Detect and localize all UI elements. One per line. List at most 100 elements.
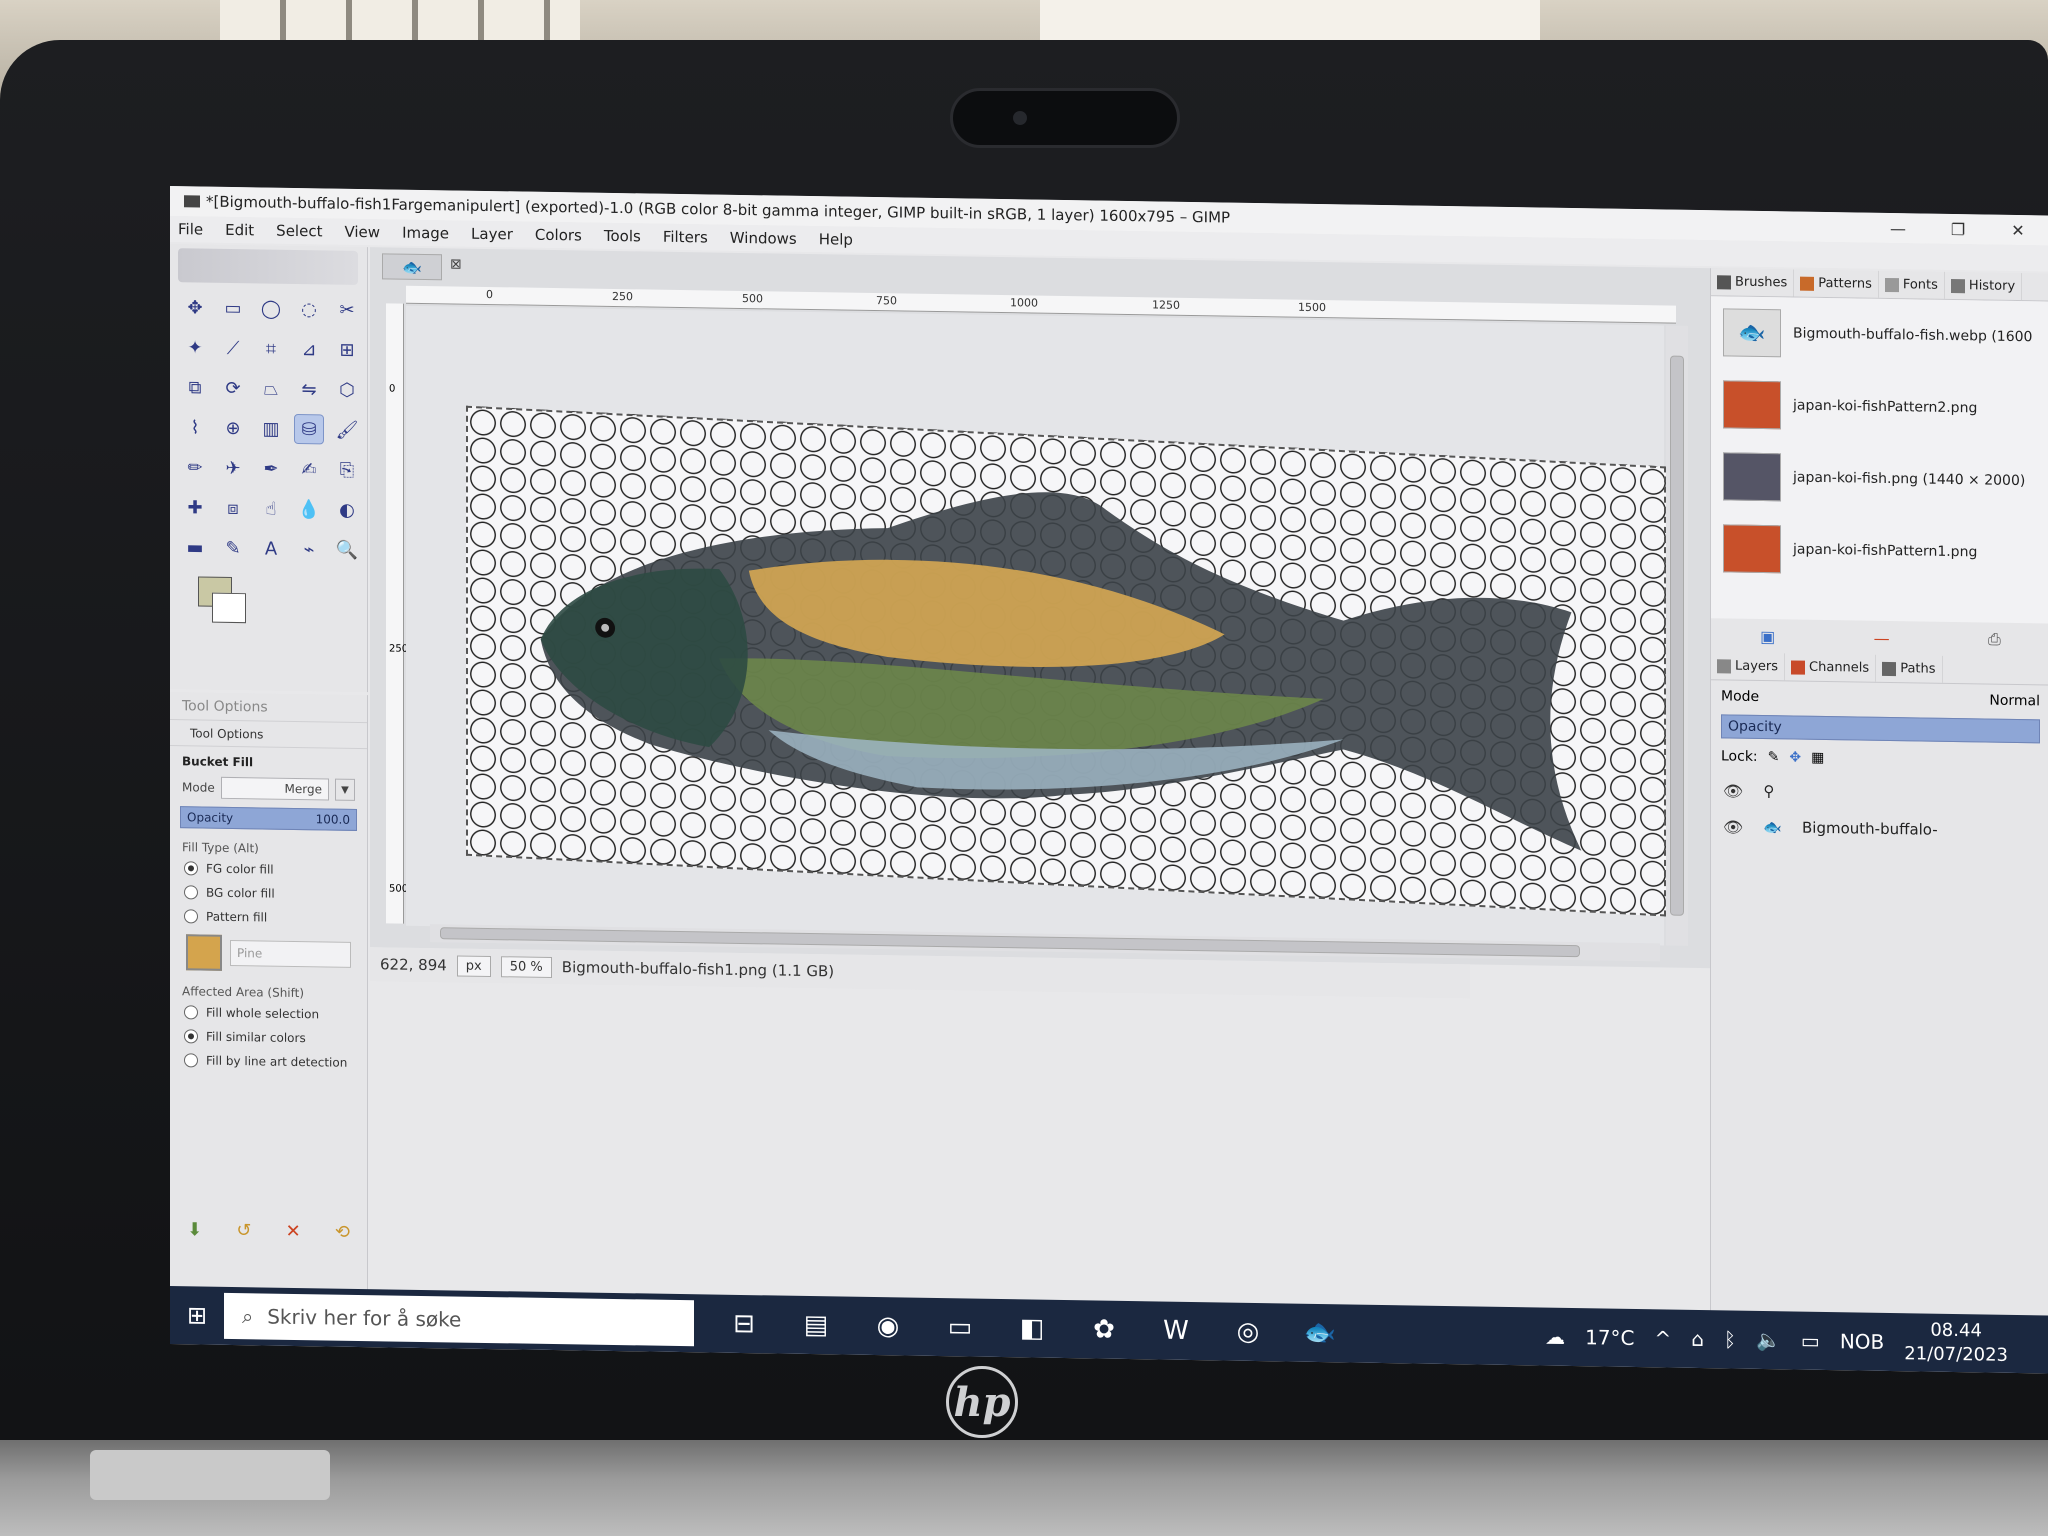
lock-position-icon[interactable]: ✥ bbox=[1789, 749, 1801, 765]
clone-icon[interactable]: ⎘ bbox=[332, 455, 362, 485]
move-icon[interactable]: ✥ bbox=[180, 292, 210, 322]
heal-icon[interactable]: ✚ bbox=[180, 492, 210, 522]
affected-similar[interactable]: Fill similar colors bbox=[170, 1024, 367, 1051]
restore-icon[interactable]: ⟲ bbox=[335, 1222, 350, 1243]
office-icon[interactable]: ◧ bbox=[1012, 1313, 1052, 1344]
blur-icon[interactable]: 💧 bbox=[294, 494, 324, 524]
menu-help[interactable]: Help bbox=[819, 230, 853, 249]
unit-select[interactable]: px bbox=[456, 955, 491, 977]
menu-colors[interactable]: Colors bbox=[535, 226, 582, 245]
menu-layer[interactable]: Layer bbox=[471, 225, 513, 244]
clock[interactable]: 08.44 21/07/2023 bbox=[1904, 1318, 2008, 1368]
paintbrush-icon[interactable]: 🖌 bbox=[332, 415, 362, 445]
bucket-fill-icon[interactable]: ⛁ bbox=[294, 413, 324, 445]
battery-icon[interactable]: ▭ bbox=[1801, 1329, 1820, 1353]
color-picker-icon[interactable]: ⌁ bbox=[294, 534, 324, 564]
lasso-icon[interactable]: ◌ bbox=[294, 294, 324, 324]
menu-edit[interactable]: Edit bbox=[225, 221, 254, 239]
print-icon[interactable]: ⎙ bbox=[1988, 630, 2001, 650]
radio-lineart[interactable] bbox=[184, 1053, 198, 1068]
gradient-icon[interactable]: ▥ bbox=[256, 413, 286, 443]
mode-select[interactable]: Merge bbox=[220, 776, 329, 801]
list-item[interactable]: japan-koi-fishPattern1.png bbox=[1711, 512, 2048, 589]
paths-icon[interactable]: ✎ bbox=[218, 533, 248, 563]
close-icon[interactable]: ✕ bbox=[1988, 215, 2048, 246]
remove-icon[interactable]: — bbox=[1874, 628, 1890, 647]
perspective-icon[interactable]: ⏢ bbox=[256, 373, 286, 403]
layer-opacity-slider[interactable]: Opacity bbox=[1721, 714, 2040, 744]
layer-item[interactable]: 👁 🐟 Bigmouth-buffalo- bbox=[1711, 808, 2048, 849]
rotate-icon[interactable]: ⟳ bbox=[218, 373, 248, 403]
pattern-swatch[interactable] bbox=[186, 934, 222, 971]
language[interactable]: NOB bbox=[1840, 1329, 1884, 1354]
maximize-icon[interactable]: ❐ bbox=[1928, 214, 1988, 245]
save-icon[interactable]: ⬇ bbox=[187, 1219, 202, 1240]
radio-fg[interactable] bbox=[184, 861, 198, 876]
fill-type-pattern[interactable]: Pattern fill bbox=[170, 904, 367, 931]
vertical-scrollbar[interactable] bbox=[1666, 325, 1688, 946]
warp-icon[interactable]: ⌇ bbox=[180, 412, 210, 442]
list-item[interactable]: 🐟 Bigmouth-buffalo-fish.webp (1600 bbox=[1711, 296, 2048, 373]
vertical-scroll-thumb[interactable] bbox=[1670, 355, 1684, 916]
image-tab[interactable]: 🐟 bbox=[382, 253, 442, 281]
opacity-slider[interactable]: Opacity 100.0 bbox=[180, 806, 357, 831]
bluetooth-icon[interactable]: ᛒ bbox=[1724, 1327, 1736, 1351]
radio-similar[interactable] bbox=[184, 1029, 198, 1044]
menu-view[interactable]: View bbox=[344, 223, 380, 242]
airbrush-icon[interactable]: ✈ bbox=[218, 453, 248, 483]
layer-mode-select[interactable]: Normal bbox=[1989, 693, 2040, 710]
knife-icon[interactable]: ⟋ bbox=[218, 333, 248, 363]
fuzzy-select-icon[interactable]: ✦ bbox=[180, 332, 210, 362]
menu-select[interactable]: Select bbox=[276, 222, 322, 241]
radio-whole[interactable] bbox=[184, 1005, 198, 1020]
menu-filters[interactable]: Filters bbox=[663, 228, 708, 247]
list-item[interactable]: japan-koi-fish.png (1440 × 2000) bbox=[1711, 440, 2048, 517]
radio-bg[interactable] bbox=[184, 885, 198, 900]
tab-channels[interactable]: Channels bbox=[1785, 653, 1877, 682]
scissors-icon[interactable]: ✂ bbox=[332, 295, 362, 325]
tab-layers[interactable]: Layers bbox=[1711, 652, 1786, 681]
radio-pattern[interactable] bbox=[184, 909, 198, 924]
dodge-icon[interactable]: ◐ bbox=[332, 495, 362, 525]
background-color[interactable] bbox=[212, 592, 246, 624]
store-icon[interactable]: ▤ bbox=[796, 1310, 836, 1341]
menu-file[interactable]: File bbox=[178, 220, 203, 238]
cage-icon[interactable]: ⬡ bbox=[332, 375, 362, 405]
zoom-icon[interactable]: 🔍 bbox=[332, 535, 362, 565]
perspective-clone-icon[interactable]: ⧈ bbox=[218, 493, 248, 523]
unified-transform-icon[interactable]: ⧉ bbox=[180, 372, 210, 402]
gimp-taskbar-icon[interactable]: 🐟 bbox=[1300, 1318, 1340, 1349]
eraser-icon[interactable]: ▬ bbox=[180, 532, 210, 562]
close-tab-icon[interactable]: ⊠ bbox=[450, 256, 462, 272]
tab-patterns[interactable]: Patterns bbox=[1794, 269, 1879, 298]
measure-icon[interactable]: ⊿ bbox=[294, 334, 324, 364]
taskbar-search[interactable]: ⌕ Skriv her for å søke bbox=[224, 1292, 694, 1347]
network-icon[interactable]: ⌂ bbox=[1691, 1327, 1704, 1351]
word-icon[interactable]: W bbox=[1156, 1315, 1196, 1346]
app-icon[interactable]: ✿ bbox=[1084, 1314, 1124, 1345]
menu-tools[interactable]: Tools bbox=[604, 227, 641, 246]
image-viewport[interactable] bbox=[406, 305, 1666, 946]
ellipse-select-icon[interactable]: ◯ bbox=[256, 293, 286, 323]
lock-alpha-icon[interactable]: ▦ bbox=[1811, 750, 1824, 766]
delete-icon[interactable]: ✕ bbox=[286, 1221, 301, 1242]
color-selector[interactable] bbox=[188, 576, 268, 637]
smudge-icon[interactable]: ☝ bbox=[256, 493, 286, 523]
tab-history[interactable]: History bbox=[1944, 271, 2023, 301]
menu-windows[interactable]: Windows bbox=[730, 229, 797, 248]
crop-icon[interactable]: ⌗ bbox=[256, 333, 286, 363]
text-icon[interactable]: A bbox=[256, 533, 286, 563]
fill-type-bg[interactable]: BG color fill bbox=[170, 880, 367, 907]
windows-start-icon[interactable]: ⊞ bbox=[170, 1301, 224, 1330]
list-item[interactable]: japan-koi-fishPattern2.png bbox=[1711, 368, 2048, 445]
zoom-select[interactable]: 50 % bbox=[500, 955, 552, 978]
mosaic-fish-image[interactable] bbox=[466, 405, 1666, 917]
tab-paths[interactable]: Paths bbox=[1876, 654, 1943, 683]
pencil-icon[interactable]: ✏ bbox=[180, 452, 210, 482]
tool-options-tab[interactable]: Tool Options bbox=[170, 720, 367, 750]
fill-type-fg[interactable]: FG color fill bbox=[170, 856, 367, 883]
affected-lineart[interactable]: Fill by line art detection bbox=[170, 1048, 367, 1075]
flip-icon[interactable]: ⇋ bbox=[294, 374, 324, 404]
tab-fonts[interactable]: Fonts bbox=[1878, 270, 1945, 299]
minimize-icon[interactable]: — bbox=[1868, 213, 1928, 244]
